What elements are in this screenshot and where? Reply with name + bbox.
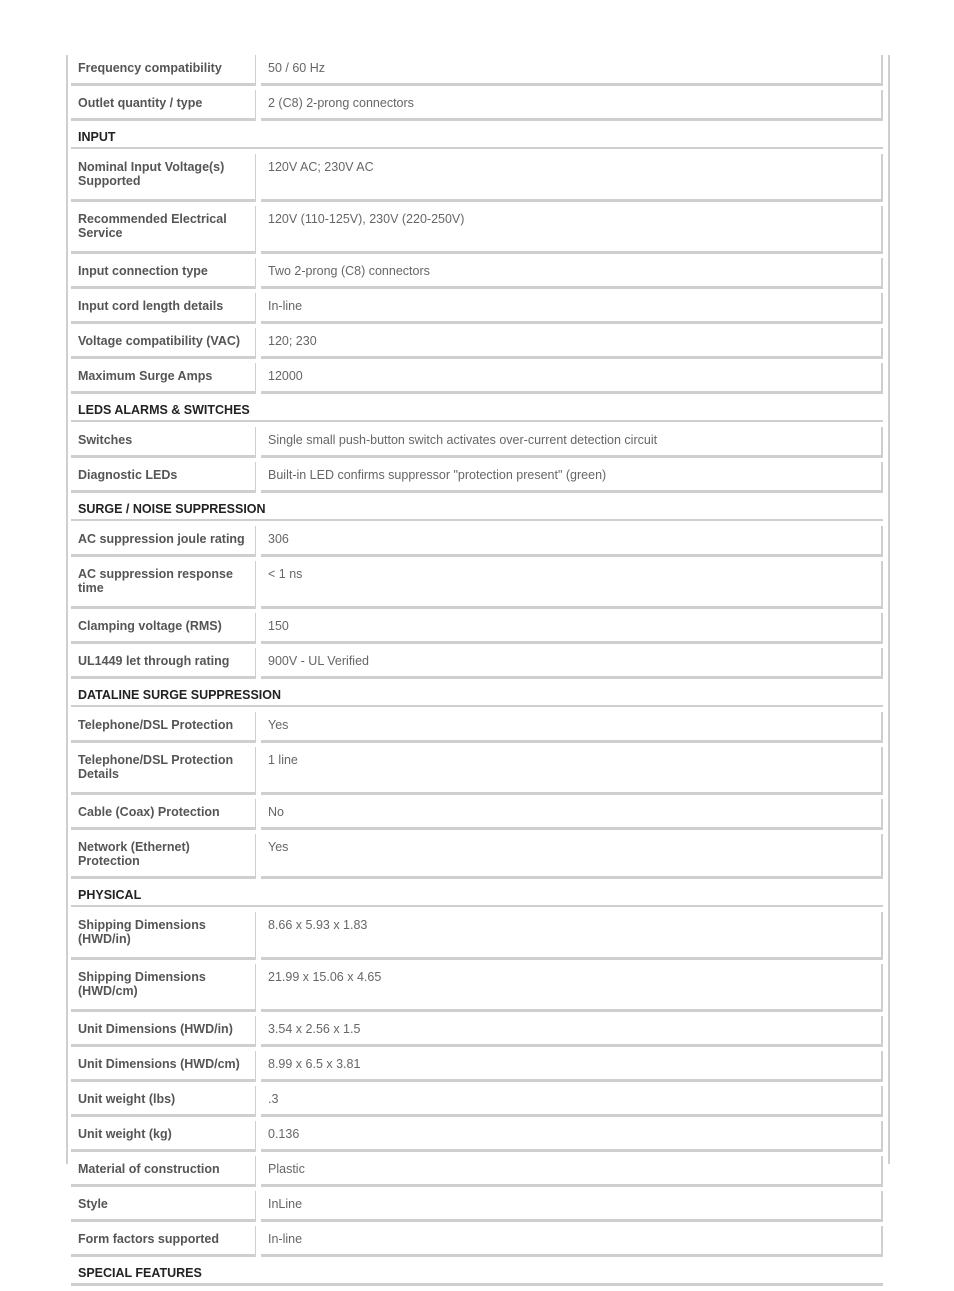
spec-label: Network (Ethernet) Protection: [71, 834, 256, 879]
section-header: DATALINE SURGE SUPPRESSION: [71, 683, 883, 707]
spec-value: 50 / 60 Hz: [261, 55, 883, 86]
spec-row: Form factors supported In-line: [71, 1226, 883, 1257]
spec-value: 306: [261, 526, 883, 557]
spec-label: Shipping Dimensions (HWD/cm): [71, 964, 256, 1012]
spec-label: Recommended Electrical Service: [71, 206, 256, 254]
spec-row: Style InLine: [71, 1191, 883, 1222]
section-header: INPUT: [71, 125, 883, 149]
spec-value: Single small push-button switch activate…: [261, 427, 883, 458]
spec-value: InLine: [261, 1191, 883, 1222]
spec-row: Input connection type Two 2-prong (C8) co…: [71, 258, 883, 289]
spec-row: Switches Single small push-button switch …: [71, 427, 883, 458]
spec-value: 3.54 x 2.56 x 1.5: [261, 1016, 883, 1047]
spec-row: Network (Ethernet) Protection Yes: [71, 834, 883, 879]
spec-value: Built-in LED confirms suppressor "protec…: [261, 462, 883, 493]
spec-row: Maximum Surge Amps 12000: [71, 363, 883, 394]
spec-value: 120V AC; 230V AC: [261, 154, 883, 202]
spec-row: Clamping voltage (RMS) 150: [71, 613, 883, 644]
spec-label: UL1449 let through rating: [71, 648, 256, 679]
spec-value: Plastic: [261, 1156, 883, 1187]
spec-row: Material of construction Plastic: [71, 1156, 883, 1187]
spec-label: AC suppression response time: [71, 561, 256, 609]
spec-row: Shipping Dimensions (HWD/in) 8.66 x 5.93 …: [71, 912, 883, 960]
spec-row: Diagnostic LEDs Built-in LED confirms sup…: [71, 462, 883, 493]
spec-label: Input connection type: [71, 258, 256, 289]
spec-label: Nominal Input Voltage(s) Supported: [71, 154, 256, 202]
spec-row: AC suppression joule rating 306: [71, 526, 883, 557]
spec-value: 12000: [261, 363, 883, 394]
spec-value: .3: [261, 1086, 883, 1117]
spec-value: 150: [261, 613, 883, 644]
spec-label: Unit weight (kg): [71, 1121, 256, 1152]
spec-value: Yes: [261, 834, 883, 879]
spec-row: Voltage compatibility (VAC) 120; 230: [71, 328, 883, 359]
spec-row: Unit weight (kg) 0.136: [71, 1121, 883, 1152]
spec-value: < 1 ns: [261, 561, 883, 609]
spec-value: In-line: [261, 293, 883, 324]
section-header: PHYSICAL: [71, 883, 883, 907]
spec-table: Frequency compatibility 50 / 60 Hz Outlet …: [71, 55, 883, 1291]
spec-row: Frequency compatibility 50 / 60 Hz: [71, 55, 883, 86]
spec-row: Unit weight (lbs) .3: [71, 1086, 883, 1117]
spec-row: Outlet quantity / type 2 (C8) 2-prong con…: [71, 90, 883, 121]
spec-label: Cable (Coax) Protection: [71, 799, 256, 830]
spec-label: Unit Dimensions (HWD/cm): [71, 1051, 256, 1082]
spec-label: Outlet quantity / type: [71, 90, 256, 121]
spec-value: 8.99 x 6.5 x 3.81: [261, 1051, 883, 1082]
spec-label: Unit Dimensions (HWD/in): [71, 1016, 256, 1047]
spec-row: Telephone/DSL Protection Yes: [71, 712, 883, 743]
spec-row: Input cord length details In-line: [71, 293, 883, 324]
spec-row: Cable (Coax) Protection No: [71, 799, 883, 830]
spec-label: Material of construction: [71, 1156, 256, 1187]
spec-value: 21.99 x 15.06 x 4.65: [261, 964, 883, 1012]
spec-label: Form factors supported: [71, 1226, 256, 1257]
spec-row: Telephone/DSL Protection Details 1 line: [71, 747, 883, 795]
spec-value: 120; 230: [261, 328, 883, 359]
spec-label: Telephone/DSL Protection Details: [71, 747, 256, 795]
spec-value: In-line: [261, 1226, 883, 1257]
spec-value: 1 line: [261, 747, 883, 795]
section-header: SURGE / NOISE SUPPRESSION: [71, 497, 883, 521]
spec-value: 0.136: [261, 1121, 883, 1152]
spec-row: Recommended Electrical Service 120V (110-…: [71, 206, 883, 254]
spec-label: Clamping voltage (RMS): [71, 613, 256, 644]
spec-value: No: [261, 799, 883, 830]
spec-value: Two 2-prong (C8) connectors: [261, 258, 883, 289]
spec-label: Unit weight (lbs): [71, 1086, 256, 1117]
section-header: LEDS ALARMS & SWITCHES: [71, 398, 883, 422]
spec-row: Nominal Input Voltage(s) Supported 120V A…: [71, 154, 883, 202]
spec-row: UL1449 let through rating 900V - UL Verif…: [71, 648, 883, 679]
spec-row: Shipping Dimensions (HWD/cm) 21.99 x 15.0…: [71, 964, 883, 1012]
spec-value: 2 (C8) 2-prong connectors: [261, 90, 883, 121]
spec-label: Shipping Dimensions (HWD/in): [71, 912, 256, 960]
spec-label: AC suppression joule rating: [71, 526, 256, 557]
spec-value: Yes: [261, 712, 883, 743]
spec-label: Telephone/DSL Protection: [71, 712, 256, 743]
spec-label: Diagnostic LEDs: [71, 462, 256, 493]
spec-value: 120V (110-125V), 230V (220-250V): [261, 206, 883, 254]
spec-label: Frequency compatibility: [71, 55, 256, 86]
section-header: SPECIAL FEATURES: [71, 1261, 883, 1286]
spec-row: Unit Dimensions (HWD/in) 3.54 x 2.56 x 1.…: [71, 1016, 883, 1047]
spec-label: Input cord length details: [71, 293, 256, 324]
spec-value: 900V - UL Verified: [261, 648, 883, 679]
spec-label: Maximum Surge Amps: [71, 363, 256, 394]
spec-row: Unit Dimensions (HWD/cm) 8.99 x 6.5 x 3.8…: [71, 1051, 883, 1082]
spec-row: AC suppression response time < 1 ns: [71, 561, 883, 609]
spec-value: 8.66 x 5.93 x 1.83: [261, 912, 883, 960]
spec-label: Voltage compatibility (VAC): [71, 328, 256, 359]
spec-label: Switches: [71, 427, 256, 458]
spec-label: Style: [71, 1191, 256, 1222]
